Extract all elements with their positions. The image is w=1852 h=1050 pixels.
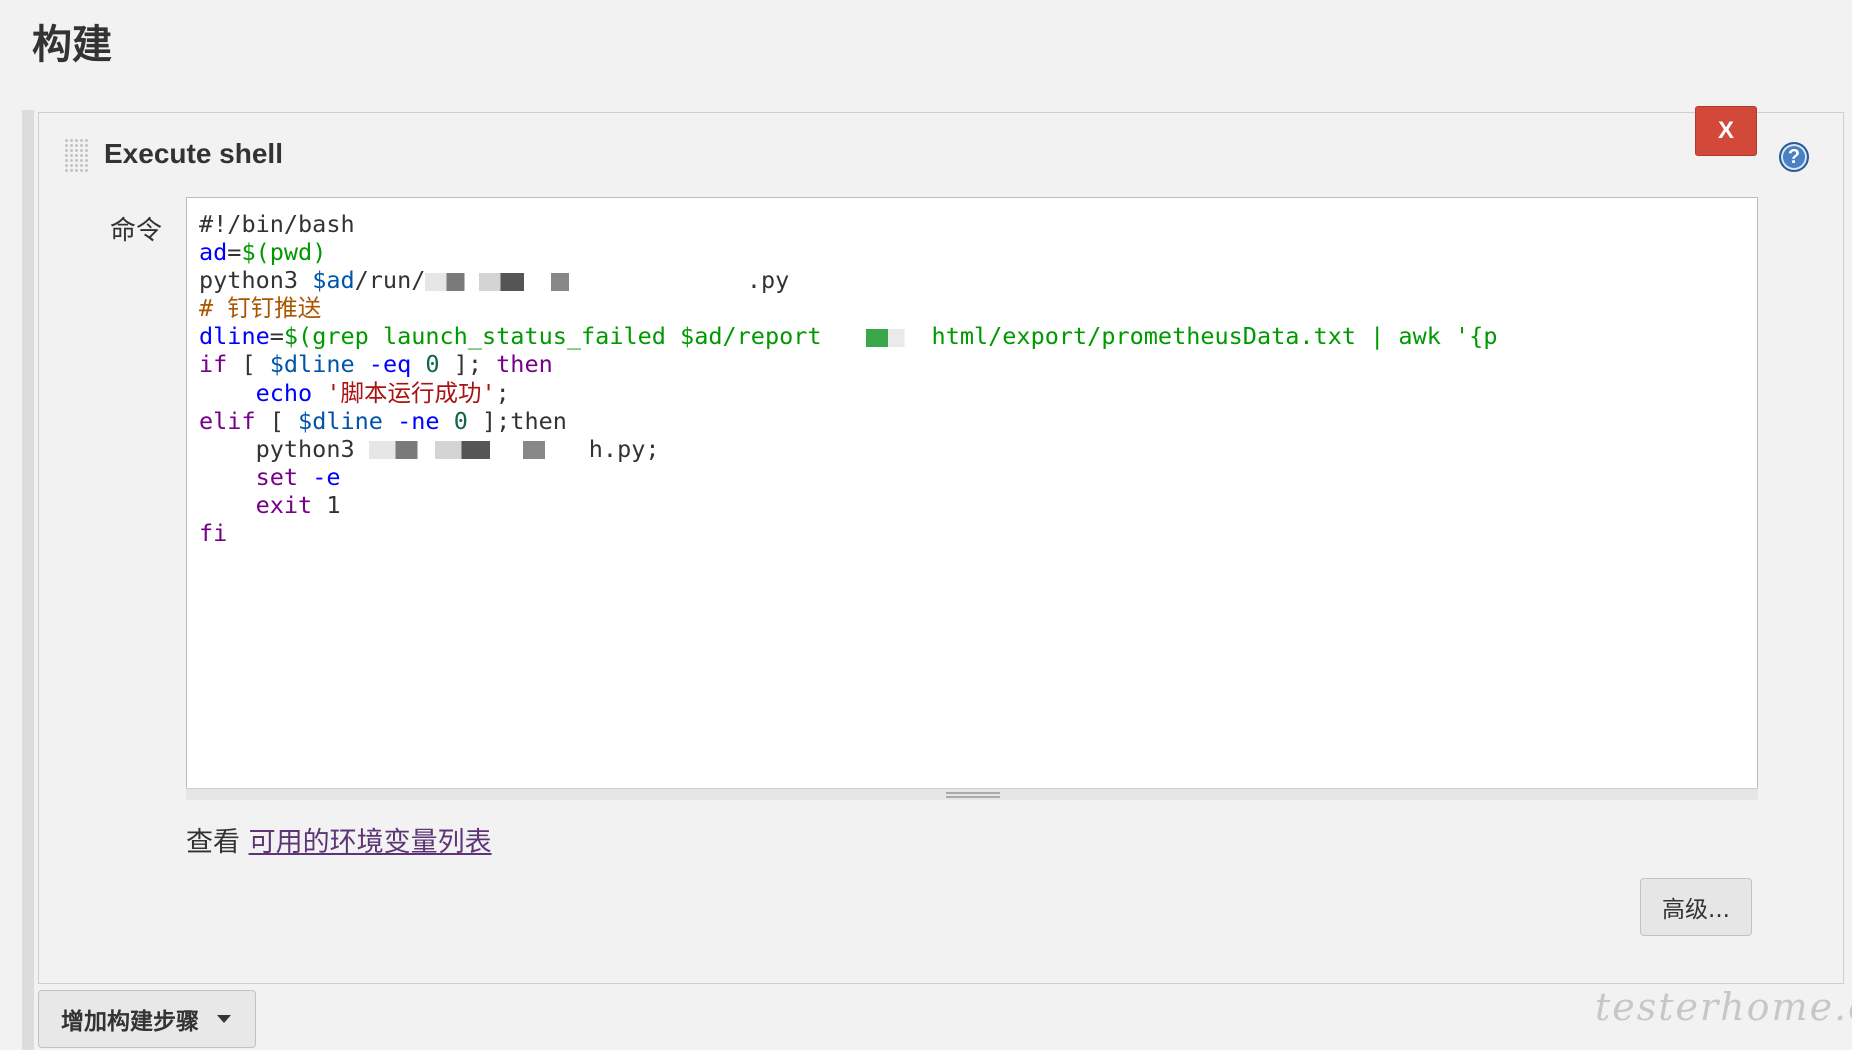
code-token: -eq	[368, 350, 412, 379]
code-token: h.py;	[588, 434, 660, 463]
redacted-block	[425, 272, 606, 291]
delete-step-button[interactable]: X	[1695, 106, 1757, 156]
code-token: $(pwd)	[241, 238, 327, 267]
add-build-step-button[interactable]: 增加构建步骤	[38, 990, 256, 1048]
advanced-button[interactable]: 高级...	[1640, 878, 1752, 936]
code-line: exit 1	[199, 491, 1757, 519]
redacted-block	[821, 328, 932, 347]
section-title: 构建	[32, 22, 112, 68]
chevron-down-icon	[217, 1015, 231, 1023]
code-token: -ne	[397, 406, 440, 435]
code-token: fi	[199, 519, 228, 548]
code-line: ad=$(pwd)	[199, 238, 1757, 266]
code-line: if [ $dline -eq 0 ]; then	[199, 350, 1757, 378]
drag-handle-icon[interactable]	[64, 138, 88, 174]
code-token: html/export/prometheusData.txt | awk '{p	[931, 322, 1498, 351]
code-token: 1	[312, 490, 341, 519]
code-token: =	[227, 238, 242, 267]
code-line: # 钉钉推送	[199, 294, 1757, 322]
code-token: '脚本运行成功'	[326, 378, 496, 407]
code-line: set -e	[199, 463, 1757, 491]
code-token: $ad	[312, 266, 355, 295]
code-line: #!/bin/bash	[199, 210, 1757, 238]
code-token: echo	[255, 378, 313, 407]
code-token: dline	[199, 322, 270, 351]
code-token: [	[255, 406, 299, 435]
env-vars-link[interactable]: 可用的环境变量列表	[249, 827, 492, 858]
code-token: then	[496, 350, 553, 379]
add-build-step-label: 增加构建步骤	[61, 1009, 199, 1035]
code-token: exit	[255, 490, 313, 519]
code-token: ad	[199, 238, 228, 267]
code-token: 0	[425, 350, 440, 379]
code-token: .py	[605, 266, 790, 295]
code-line: fi	[199, 519, 1757, 547]
command-code[interactable]: #!/bin/bash ad=$(pwd) python3 $ad/run/ .py…	[199, 210, 1757, 547]
code-token: ;	[495, 378, 510, 407]
watermark: testerhome.com	[1595, 985, 1852, 1029]
code-token: elif	[199, 406, 256, 435]
code-line: elif [ $dline -ne 0 ];then	[199, 407, 1757, 435]
code-token: ];	[439, 350, 497, 379]
code-token: # 钉钉推送	[199, 294, 322, 323]
help-icon[interactable]: ?	[1779, 142, 1809, 172]
code-token: $(grep launch_status_failed $ad/report	[283, 322, 822, 351]
code-token: if	[199, 350, 228, 379]
code-token: =	[269, 322, 284, 351]
code-token: set	[255, 462, 299, 491]
code-token: $dline	[269, 350, 355, 379]
section-left-bar	[22, 110, 34, 1050]
env-vars-prefix: 查看	[186, 827, 249, 858]
redacted-block	[368, 441, 589, 460]
code-token: -e	[312, 462, 341, 491]
code-token: [	[227, 350, 270, 379]
code-token: #!/bin/bash	[199, 210, 355, 238]
code-token: $dline	[298, 406, 383, 435]
code-token: /run/	[354, 266, 426, 295]
code-line: python3 $ad/run/ .py	[199, 266, 1757, 294]
code-token: python3	[199, 266, 313, 295]
code-token: python3	[199, 434, 369, 463]
step-title: Execute shell	[104, 138, 283, 169]
code-line: python3 h.py;	[199, 435, 1757, 463]
resize-grip-icon[interactable]	[946, 792, 1000, 798]
code-token: 0	[453, 406, 468, 435]
code-line: dline=$(grep launch_status_failed $ad/re…	[199, 322, 1757, 350]
command-editor[interactable]: #!/bin/bash ad=$(pwd) python3 $ad/run/ .py…	[186, 197, 1758, 799]
env-vars-row: 查看 可用的环境变量列表	[186, 820, 492, 859]
command-label: 命令	[110, 216, 163, 246]
code-token: ];then	[467, 406, 567, 435]
code-line: echo '脚本运行成功';	[199, 379, 1757, 407]
